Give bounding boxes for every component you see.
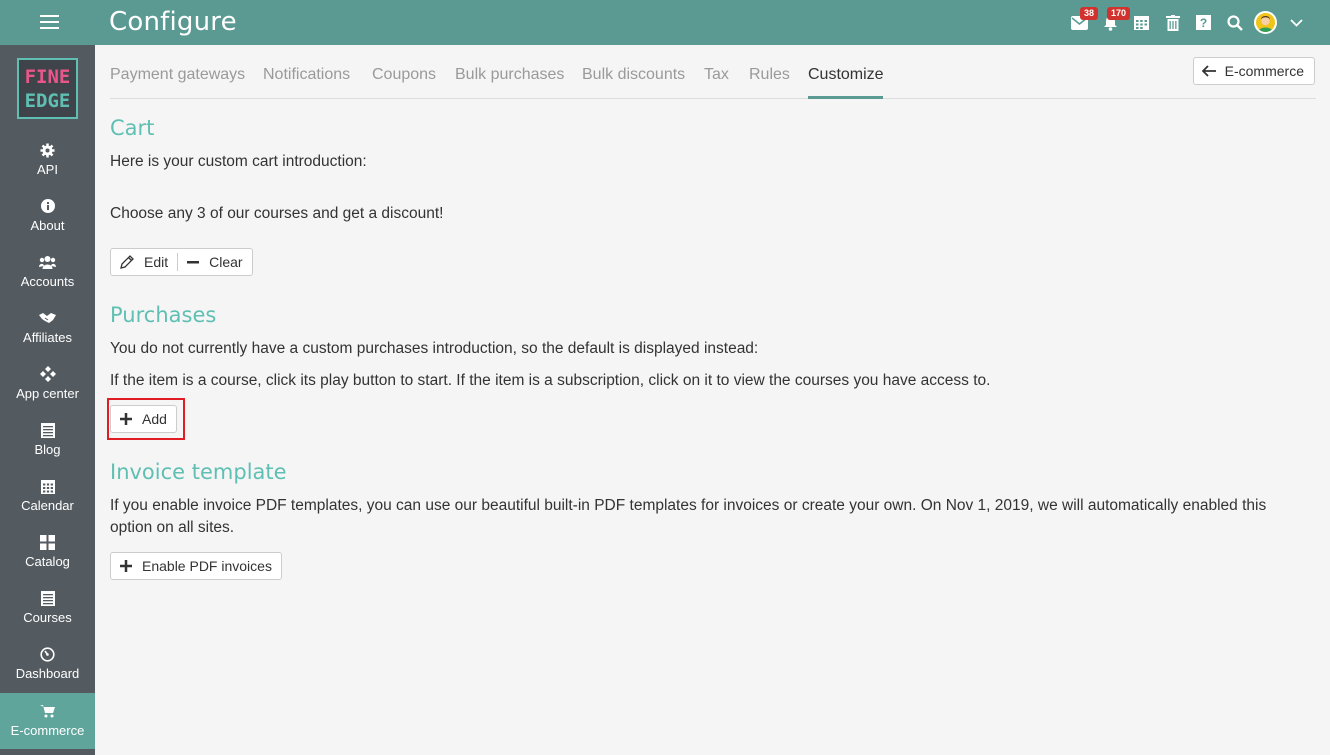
sidebar-item-label: E-commerce: [10, 723, 85, 738]
tab-payment-gateways[interactable]: Payment gateways: [110, 66, 245, 84]
sidebar-item-api[interactable]: API: [0, 132, 95, 188]
tab-coupons[interactable]: Coupons: [372, 66, 436, 84]
tab-rules[interactable]: Rules: [749, 66, 790, 84]
search-button[interactable]: [1219, 0, 1250, 45]
avatar: [1254, 11, 1277, 34]
enable-pdf-invoices-label: Enable PDF invoices: [142, 558, 272, 574]
chevron-down-icon: [1290, 18, 1303, 27]
trash-icon: [1165, 14, 1180, 31]
menu-icon[interactable]: [40, 14, 59, 30]
cart-button-group: Edit Clear: [110, 248, 253, 276]
user-menu-button[interactable]: [1250, 0, 1281, 45]
tab-bulk-purchases[interactable]: Bulk purchases: [455, 66, 564, 84]
edit-button-label: Edit: [144, 254, 169, 270]
sidebar-item-label: Calendar: [21, 498, 74, 513]
sidebar-item-affiliates[interactable]: Affiliates: [0, 300, 95, 356]
back-to-e-commerce-button[interactable]: E-commerce: [1192, 57, 1315, 85]
handshake-icon: [39, 313, 56, 323]
invoice-description-line-1: If you enable invoice PDF templates, you…: [110, 497, 1267, 514]
cart-section-title: Cart: [110, 116, 155, 140]
courses-icon: [40, 590, 55, 606]
tab-tax[interactable]: Tax: [704, 66, 729, 84]
sidebar-item-label: Blog: [34, 442, 61, 457]
plus-icon: [120, 560, 132, 572]
invoice-section-title: Invoice template: [110, 460, 287, 484]
top-icons: 38 170 ?: [1064, 0, 1312, 45]
calendar-icon: [1134, 16, 1149, 30]
clear-button-label: Clear: [209, 254, 243, 270]
minus-icon: [187, 261, 200, 264]
enable-pdf-invoices-button[interactable]: Enable PDF invoices: [111, 553, 281, 579]
trash-button[interactable]: [1157, 0, 1188, 45]
arrow-left-icon: [1201, 65, 1216, 77]
sidebar-item-blog[interactable]: Blog: [0, 412, 95, 468]
sidebar-item-label: About: [30, 218, 65, 233]
sidebar-item-label: Catalog: [25, 554, 70, 569]
cart-custom-text: Choose any 3 of our courses and get a di…: [110, 205, 444, 222]
dashboard-icon: [40, 646, 55, 662]
search-icon: [1226, 14, 1243, 31]
purchases-note-text: You do not currently have a custom purch…: [110, 340, 759, 357]
sidebar-item-label: Dashboard: [15, 666, 80, 681]
purchases-default-text: If the item is a course, click its play …: [110, 372, 991, 389]
sidebar-item-courses[interactable]: Courses: [0, 580, 95, 636]
tab-bar: Payment gateways Notifications Coupons B…: [110, 45, 1316, 99]
pencil-icon: [120, 255, 134, 269]
sidebar-item-label: API: [37, 162, 58, 177]
cart-intro-text: Here is your custom cart introduction:: [110, 153, 367, 170]
calendar-icon: [40, 479, 55, 494]
sidebar-item-label: Courses: [23, 610, 72, 625]
tab-notifications[interactable]: Notifications: [263, 66, 350, 84]
sidebar: FINE EDGE API About Accounts Affiliates …: [0, 45, 95, 755]
sidebar-item-label: App center: [16, 386, 79, 401]
svg-text:?: ?: [1200, 16, 1207, 30]
sidebar-item-app-center[interactable]: App center: [0, 356, 95, 412]
page-title: Configure: [109, 7, 237, 37]
active-tab-indicator: [808, 96, 883, 99]
sidebar-item-catalog[interactable]: Catalog: [0, 524, 95, 580]
info-icon: [40, 199, 55, 213]
tab-bulk-discounts[interactable]: Bulk discounts: [582, 66, 685, 84]
cart-icon: [40, 705, 55, 718]
logo-line-2: EDGE: [24, 89, 71, 112]
gear-icon: [40, 143, 55, 157]
invoice-description-line-2: option on all sites.: [110, 519, 235, 536]
sidebar-item-label: Affiliates: [23, 330, 72, 345]
sidebar-item-calendar[interactable]: Calendar: [0, 468, 95, 524]
sidebar-item-label: Accounts: [20, 274, 75, 289]
user-dropdown-button[interactable]: [1281, 0, 1312, 45]
users-icon: [39, 256, 56, 269]
sidebar-item-accounts[interactable]: Accounts: [0, 244, 95, 300]
logo-line-1: FINE: [24, 65, 71, 88]
calendar-button[interactable]: [1126, 0, 1157, 45]
sidebar-item-e-commerce[interactable]: E-commerce: [0, 693, 95, 749]
help-button[interactable]: ?: [1188, 0, 1219, 45]
purchases-section-title: Purchases: [110, 303, 217, 327]
logo[interactable]: FINE EDGE: [17, 58, 78, 119]
sidebar-item-about[interactable]: About: [0, 188, 95, 244]
blog-icon: [40, 422, 55, 438]
clear-button[interactable]: Clear: [178, 249, 251, 275]
main-content: Payment gateways Notifications Coupons B…: [95, 45, 1330, 755]
help-icon: ?: [1196, 15, 1211, 30]
sidebar-item-dashboard[interactable]: Dashboard: [0, 636, 95, 692]
notifications-button[interactable]: 170: [1095, 0, 1131, 45]
tab-customize[interactable]: Customize: [808, 66, 884, 84]
diamonds-icon: [39, 366, 56, 382]
messages-button[interactable]: 38: [1064, 0, 1099, 45]
add-button-highlight: [107, 398, 185, 440]
top-bar: Configure 38 170 ?: [0, 0, 1330, 45]
invoice-button-group: Enable PDF invoices: [110, 552, 282, 580]
back-button-label: E-commerce: [1224, 63, 1304, 79]
edit-button[interactable]: Edit: [111, 249, 177, 275]
grid-icon: [40, 534, 55, 550]
